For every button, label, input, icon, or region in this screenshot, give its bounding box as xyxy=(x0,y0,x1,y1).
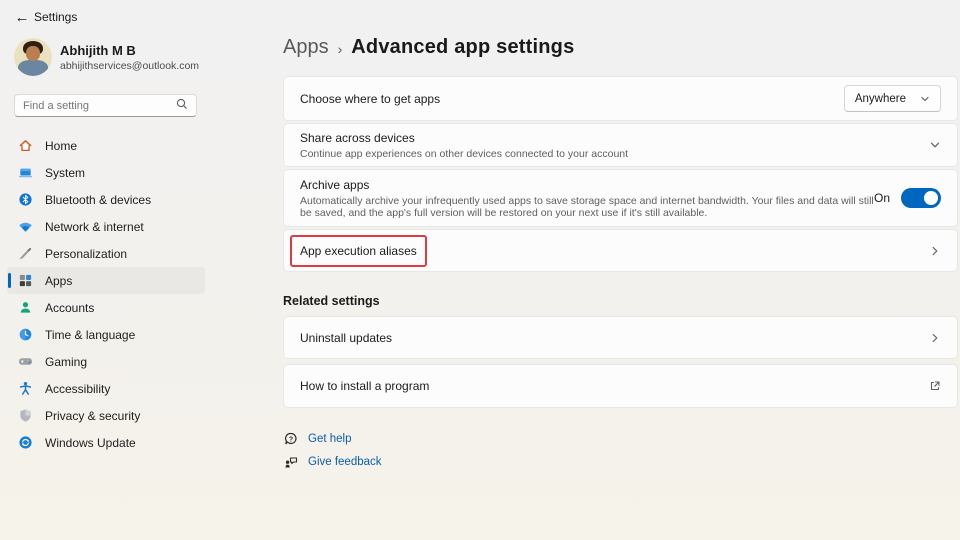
breadcrumb-apps[interactable]: Apps xyxy=(283,36,329,59)
svg-text:?: ? xyxy=(289,436,293,443)
sidebar-item-label: Accounts xyxy=(45,301,94,315)
external-link-icon xyxy=(929,380,941,392)
window-title: Settings xyxy=(34,10,77,24)
sidebar-item-label: System xyxy=(45,166,85,180)
shield-icon xyxy=(17,408,33,424)
sidebar-item-label: Gaming xyxy=(45,355,87,369)
archive-apps-toggle[interactable] xyxy=(901,188,941,208)
toggle-knob xyxy=(924,191,938,205)
get-apps-dropdown[interactable]: Anywhere xyxy=(844,85,941,112)
card-archive-apps: Archive apps Automatically archive your … xyxy=(283,169,958,227)
sidebar-item-time-language[interactable]: Time & language xyxy=(7,321,205,348)
search-box[interactable] xyxy=(14,94,197,117)
help-bubble-icon: ? xyxy=(283,432,299,446)
bluetooth-icon xyxy=(17,192,33,208)
sidebar-item-network[interactable]: Network & internet xyxy=(7,213,205,240)
avatar-shirt xyxy=(18,60,48,76)
sidebar-item-label: Bluetooth & devices xyxy=(45,193,151,207)
person-icon xyxy=(17,300,33,316)
search-icon xyxy=(176,97,188,115)
setting-title: Choose where to get apps xyxy=(300,92,844,106)
card-how-to-install-program[interactable]: How to install a program xyxy=(283,364,958,408)
accessibility-icon xyxy=(17,381,33,397)
profile-name: Abhijith M B xyxy=(60,43,136,58)
card-choose-where-to-get-apps: Choose where to get apps Anywhere xyxy=(283,76,958,121)
chevron-right-icon xyxy=(929,332,941,344)
sidebar-item-apps[interactable]: Apps xyxy=(7,267,205,294)
main-content: Apps › Advanced app settings Choose wher… xyxy=(283,0,958,476)
sidebar-item-label: Apps xyxy=(45,274,72,288)
sidebar-item-personalization[interactable]: Personalization xyxy=(7,240,205,267)
sidebar-item-accounts[interactable]: Accounts xyxy=(7,294,205,321)
give-feedback-label[interactable]: Give feedback xyxy=(308,456,382,468)
chevron-right-icon xyxy=(929,245,941,257)
setting-title: Uninstall updates xyxy=(300,331,929,345)
avatar-face xyxy=(26,46,40,61)
sidebar-item-gaming[interactable]: Gaming xyxy=(7,348,205,375)
get-help-label[interactable]: Get help xyxy=(308,433,351,445)
sidebar-item-label: Privacy & security xyxy=(45,409,140,423)
sidebar-item-label: Accessibility xyxy=(45,382,110,396)
sidebar-item-label: Time & language xyxy=(45,328,135,342)
update-icon xyxy=(17,435,33,451)
give-feedback-link[interactable]: Give feedback xyxy=(283,453,958,470)
related-settings-heading: Related settings xyxy=(283,294,958,308)
chevron-down-icon[interactable] xyxy=(929,139,941,151)
apps-grid-icon xyxy=(17,273,33,289)
red-annotation-box: App execution aliases xyxy=(290,235,427,267)
paintbrush-icon xyxy=(17,246,33,262)
sidebar-item-windows-update[interactable]: Windows Update xyxy=(7,429,205,456)
dropdown-value: Anywhere xyxy=(855,93,906,105)
sidebar-item-label: Windows Update xyxy=(45,436,136,450)
wifi-icon xyxy=(17,219,33,235)
profile-email: abhijithservices@outlook.com xyxy=(60,60,199,72)
setting-description: Automatically archive your infrequently … xyxy=(300,195,874,219)
breadcrumb-separator: › xyxy=(338,41,343,57)
sidebar-nav: Home System Bluetooth & devices Network … xyxy=(7,132,205,456)
gamepad-icon xyxy=(17,354,33,370)
laptop-icon xyxy=(17,165,33,181)
setting-title: App execution aliases xyxy=(300,244,417,258)
sidebar-item-label: Home xyxy=(45,139,77,153)
selected-accent-bar xyxy=(8,273,11,288)
search-input[interactable] xyxy=(23,100,176,112)
sidebar-item-label: Personalization xyxy=(45,247,127,261)
card-share-across-devices[interactable]: Share across devices Continue app experi… xyxy=(283,123,958,167)
back-button[interactable]: ← xyxy=(10,6,34,28)
setting-title: How to install a program xyxy=(300,379,929,393)
feedback-icon xyxy=(283,455,299,469)
sidebar-item-accessibility[interactable]: Accessibility xyxy=(7,375,205,402)
chevron-down-icon xyxy=(920,94,930,104)
avatar[interactable] xyxy=(14,38,52,76)
breadcrumb: Apps › Advanced app settings xyxy=(283,36,958,59)
sidebar-item-label: Network & internet xyxy=(45,220,144,234)
setting-subtitle: Continue app experiences on other device… xyxy=(300,148,929,160)
page-title: Advanced app settings xyxy=(351,36,574,59)
home-icon xyxy=(17,138,33,154)
card-uninstall-updates[interactable]: Uninstall updates xyxy=(283,316,958,359)
sidebar-item-home[interactable]: Home xyxy=(7,132,205,159)
sidebar-item-bluetooth[interactable]: Bluetooth & devices xyxy=(7,186,205,213)
toggle-state-label: On xyxy=(874,191,890,205)
get-help-link[interactable]: ? Get help xyxy=(283,430,958,447)
setting-title: Archive apps xyxy=(300,178,874,192)
sidebar-item-privacy[interactable]: Privacy & security xyxy=(7,402,205,429)
setting-title: Share across devices xyxy=(300,131,929,145)
footer-links: ? Get help Give feedback xyxy=(283,430,958,470)
card-app-execution-aliases[interactable]: App execution aliases xyxy=(283,229,958,272)
sidebar-item-system[interactable]: System xyxy=(7,159,205,186)
clock-icon xyxy=(17,327,33,343)
